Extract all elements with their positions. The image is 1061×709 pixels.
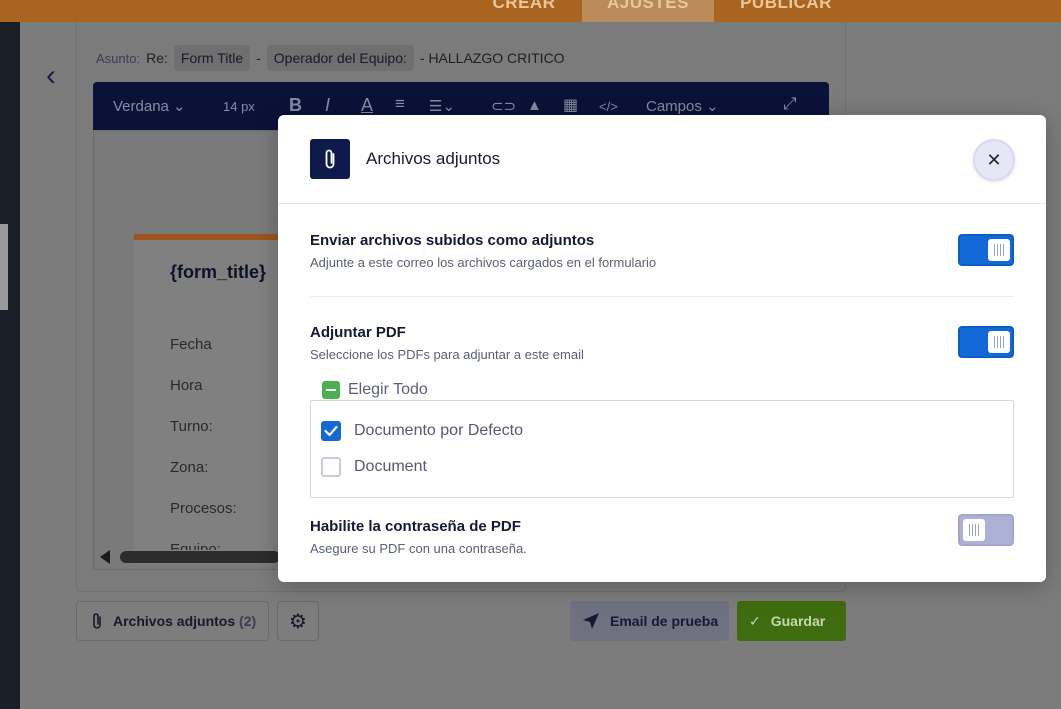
subject-line: Asunto: Re: Form Title - Operador del Eq… [96,44,565,72]
attach-pdf-toggle[interactable] [958,326,1014,358]
horizontal-scrollbar[interactable] [96,548,280,566]
close-icon: ✕ [986,150,1002,170]
fields-menu[interactable]: Campos ⌄ [646,97,719,115]
attachments-count: (2) [239,613,257,629]
subject-label: Asunto: [96,50,141,66]
paperclip-icon [93,613,101,629]
attachments-button[interactable]: Archivos adjuntos (2) [76,601,269,641]
attachments-button-label: Archivos adjuntos (2) [113,613,257,629]
attach-pdf-title: Adjuntar PDF [310,324,406,341]
modal-title: Archivos adjuntos [366,149,501,168]
font-size-select[interactable]: 14 px [223,99,255,114]
modal-header: Archivos adjuntos ✕ [278,115,1046,204]
tab-crear[interactable]: CREAR [458,0,590,22]
toggle-knob [988,239,1010,261]
pdf-password-toggle[interactable] [958,514,1014,546]
close-button[interactable]: ✕ [973,139,1015,181]
form-row-hora: Hora [170,377,203,394]
text-color-icon[interactable]: A [361,95,373,116]
divider [310,296,1014,297]
subject-separator: - [256,50,261,66]
toggle-knob [988,331,1010,353]
field-chip-operator[interactable]: Operador del Equipo: [266,45,414,71]
form-row-procesos: Procesos: [170,500,237,517]
font-family-label: Verdana [113,98,169,115]
send-uploads-title: Enviar archivos subidos como adjuntos [310,232,595,249]
test-email-button[interactable]: Email de prueba [570,601,729,641]
form-preview-card: {form_title} Fecha Hora Turno: Zona: Pro… [134,234,294,564]
bold-icon[interactable]: B [289,95,302,116]
tab-ajustes[interactable]: AJUSTES [582,0,714,22]
gear-icon: ⚙ [289,610,307,633]
tab-publicar[interactable]: PUBLICAR [720,0,852,22]
pdf-item-label: Documento por Defecto [354,422,523,439]
pdf-password-title: Habilite la contraseña de PDF [310,518,521,535]
field-chip-form-title[interactable]: Form Title [173,45,251,71]
minus-icon [322,381,340,399]
checkbox-unchecked-icon[interactable] [321,457,341,477]
link-icon[interactable]: ⊂⊃ [491,97,516,115]
subject-re: Re: [146,50,168,66]
scrollbar-thumb[interactable] [120,551,280,563]
form-row-turno: Turno: [170,418,213,435]
pdf-item-default[interactable]: Documento por Defecto [321,421,523,441]
select-all-checkbox[interactable]: Elegir Todo [322,381,428,399]
back-arrow-icon[interactable]: ‹ [36,58,66,98]
pdf-item-document[interactable]: Document [321,457,427,477]
pdf-document-list: Documento por Defecto Document [310,400,1014,498]
pdf-item-label: Document [354,458,427,475]
paperclip-icon [310,139,350,179]
test-email-label: Email de prueba [610,613,719,629]
table-icon[interactable]: ▦ [563,95,578,115]
font-family-select[interactable]: Verdana ⌄ [113,97,186,115]
save-button-label: Guardar [770,613,826,629]
send-icon [583,613,599,629]
fields-menu-label: Campos [646,98,702,115]
subject-suffix: - HALLAZGO CRITICO [419,50,565,66]
left-rail [0,22,20,709]
align-icon[interactable]: ≡ [395,94,405,114]
settings-gear-button[interactable]: ⚙ [277,601,319,641]
select-all-label: Elegir Todo [348,381,428,398]
toggle-knob [963,519,985,541]
italic-icon[interactable]: I [325,95,330,116]
check-icon: ✓ [749,612,761,629]
code-icon[interactable]: </> [599,99,618,114]
form-row-zona: Zona: [170,459,209,476]
fullscreen-icon[interactable]: ⤢ [783,94,797,114]
attach-pdf-description: Seleccione los PDFs para adjuntar a este… [310,347,584,362]
checkbox-checked-icon[interactable] [321,421,341,441]
form-row-fecha: Fecha [170,336,212,353]
send-uploads-toggle[interactable] [958,234,1014,266]
left-rail-indicator [0,224,8,310]
form-preview-title: {form_title} [170,262,267,282]
save-button[interactable]: ✓ Guardar [737,601,846,641]
scroll-left-arrow-icon[interactable] [100,550,110,564]
list-icon[interactable]: ☰⌄ [429,97,455,115]
pdf-password-description: Asegure su PDF con una contraseña. [310,541,527,556]
top-navigation: CREAR AJUSTES PUBLICAR [0,0,1061,22]
image-icon[interactable]: ▲ [527,97,542,114]
attachments-modal: Archivos adjuntos ✕ Enviar archivos subi… [278,115,1046,582]
send-uploads-description: Adjunte a este correo los archivos carga… [310,255,657,270]
